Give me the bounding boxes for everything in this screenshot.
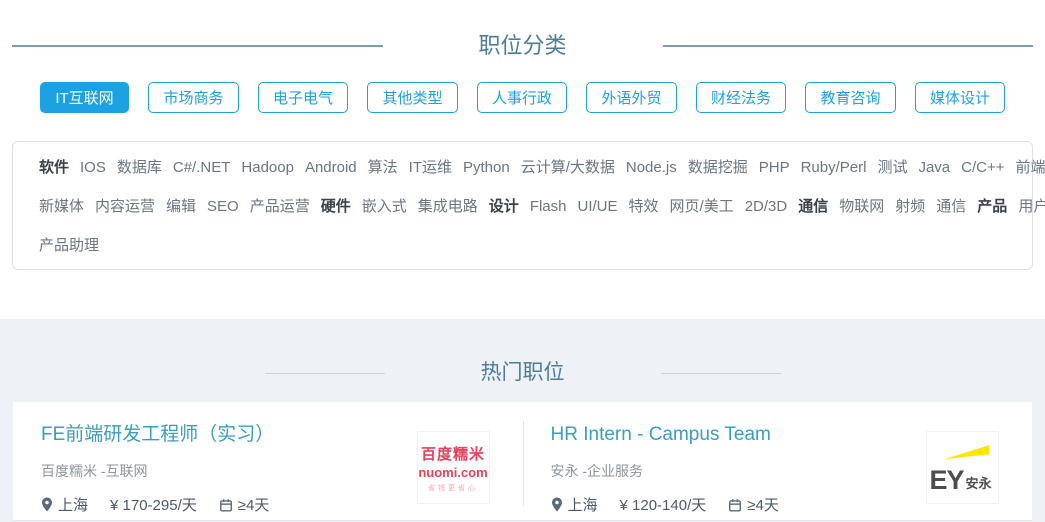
job-card-info: FE前端研发工程师（实习） 百度糯米 -互联网上海 ¥ 170-295/天 ≥4天 <box>41 422 274 515</box>
tag-link[interactable]: Node.js <box>626 159 677 176</box>
heading-rule-left <box>12 45 383 47</box>
company-line[interactable]: 百度糯米 -互联网 <box>41 461 274 481</box>
heading-rule-left <box>264 372 385 374</box>
tag-row: 产品助理 <box>39 226 1006 265</box>
job-card-info: HR Intern - Campus Team 安永 -企业服务上海 ¥ 120-1… <box>551 422 779 515</box>
tag-link[interactable]: Ruby/Perl <box>801 159 867 176</box>
job-title-link[interactable]: FE前端研发工程师（实习） <box>41 422 274 447</box>
tag-link[interactable]: IT运维 <box>409 159 452 176</box>
tag-category-label[interactable]: 硬件 <box>321 198 351 215</box>
categories-section-title: 职位分类 <box>478 33 567 58</box>
tag-link[interactable]: C#/.NET <box>173 159 231 176</box>
tag-category-label[interactable]: 通信 <box>798 198 828 215</box>
calendar-icon <box>219 498 232 512</box>
location-pin-icon <box>551 497 562 512</box>
tag-link[interactable]: 数据挖掘 <box>688 159 748 176</box>
tag-link[interactable]: 测试 <box>877 159 907 176</box>
tag-link[interactable]: 嵌入式 <box>362 198 407 215</box>
category-tab-7[interactable]: 财经法务 <box>695 82 786 113</box>
ey-beam-icon <box>944 445 990 460</box>
job-location-text: 上海 <box>58 497 89 514</box>
company-logo: EY 安永 <box>926 431 999 504</box>
job-duration-text: ≥4天 <box>747 497 779 514</box>
job-location: 上海 <box>551 494 598 515</box>
tag-link[interactable]: 网页/美工 <box>670 198 734 215</box>
heading-rule-right <box>660 372 781 374</box>
tag-link[interactable]: Hadoop <box>241 159 294 176</box>
tag-category-label[interactable]: 设计 <box>489 198 519 215</box>
job-card-1[interactable]: FE前端研发工程师（实习） 百度糯米 -互联网上海 ¥ 170-295/天 ≥4天 百度… <box>13 402 523 520</box>
job-duration: ≥4天 <box>219 494 270 515</box>
tag-category-label[interactable]: 软件 <box>39 159 69 176</box>
job-duration-text: ≥4天 <box>237 497 270 514</box>
tag-link[interactable]: Android <box>305 159 357 176</box>
category-tab-3[interactable]: 电子电气 <box>257 82 348 113</box>
hot-section-head: 热门职位 <box>12 319 1033 386</box>
tag-link[interactable]: 产品助理 <box>39 237 99 254</box>
tag-link[interactable]: PHP <box>759 159 790 176</box>
tag-link[interactable]: 通信 <box>936 198 966 215</box>
category-tab-9[interactable]: 媒体设计 <box>914 82 1005 113</box>
job-card-2[interactable]: HR Intern - Campus Team 安永 -企业服务上海 ¥ 120-1… <box>522 402 1033 520</box>
tag-link[interactable]: 云计算/大数据 <box>521 159 615 176</box>
tag-link[interactable]: UI/UE <box>578 198 618 215</box>
category-tabs: IT互联网 市场商务 电子电气 其他类型 人事行政 外语外贸 财经法务 教育咨询 媒体设计 <box>40 82 1005 113</box>
heading-rule-right <box>662 45 1034 47</box>
logo-text-cn: 百度糯米 <box>420 445 485 463</box>
tag-link[interactable]: C/C++ <box>961 159 1004 176</box>
company-line[interactable]: 安永 -企业服务 <box>551 461 779 481</box>
job-salary: ¥ 170-295/天 <box>110 497 197 514</box>
tag-link[interactable]: 数据库 <box>117 159 162 176</box>
tag-link[interactable]: 前端 <box>1016 159 1045 176</box>
tag-link[interactable]: 用户研究 <box>1018 198 1045 215</box>
job-cards-row: FE前端研发工程师（实习） 百度糯米 -互联网上海 ¥ 170-295/天 ≥4天 百度… <box>13 402 1032 521</box>
logo-text-cn: 安永 <box>965 476 992 491</box>
job-salary: ¥ 120-140/天 <box>619 497 707 514</box>
tag-link[interactable]: 物联网 <box>839 198 884 215</box>
logo-text-domain: nuomi.com <box>418 464 488 480</box>
category-tab-6[interactable]: 外语外贸 <box>586 82 677 113</box>
tag-link[interactable]: 集成电路 <box>418 198 478 215</box>
tag-link[interactable]: Flash <box>530 198 567 215</box>
tag-link[interactable]: Java <box>918 159 950 176</box>
ey-logo-row: EY 安永 <box>929 465 992 495</box>
ey-logo-inner: EY 安永 <box>929 445 995 495</box>
job-meta-row: 上海 ¥ 170-295/天 ≥4天 <box>41 494 274 515</box>
tag-link[interactable]: 产品运营 <box>250 198 310 215</box>
category-tab-1[interactable]: IT互联网 <box>40 82 129 113</box>
calendar-icon <box>729 498 742 512</box>
tag-link[interactable]: 射频 <box>895 198 925 215</box>
logo-text-slogan: 省钱更省心 <box>428 484 478 492</box>
tag-link[interactable]: IOS <box>80 159 106 176</box>
tag-link[interactable]: 算法 <box>368 159 398 176</box>
tag-category-label[interactable]: 产品 <box>977 198 1007 215</box>
company-logo: 百度糯米 nuomi.com 省钱更省心 <box>416 431 490 504</box>
job-title-link[interactable]: HR Intern - Campus Team <box>551 422 779 447</box>
category-tab-4[interactable]: 其他类型 <box>367 82 458 113</box>
tag-link[interactable]: 内容运营 <box>95 198 155 215</box>
job-duration: ≥4天 <box>728 494 779 515</box>
job-location: 上海 <box>41 494 88 515</box>
hot-jobs-section: 热门职位 FE前端研发工程师（实习） 百度糯米 -互联网上海 ¥ 170-295/天… <box>0 319 1045 522</box>
subcategory-tags-box: 软件 IOS 数据库 C#/.NET Hadoop Android 算法 IT运维 Python… <box>12 141 1045 270</box>
logo-text-ey: EY <box>929 465 964 495</box>
tag-link[interactable]: Python <box>463 159 510 176</box>
hot-section-title: 热门职位 <box>480 361 565 384</box>
categories-section-head: 职位分类 <box>12 33 1034 59</box>
category-tab-2[interactable]: 市场商务 <box>148 82 239 113</box>
job-board-page: 职位分类 IT互联网 市场商务 电子电气 其他类型 人事行政 外语外贸 财经法务 教育咨询 媒体… <box>0 33 1045 522</box>
location-pin-icon <box>42 497 52 512</box>
tag-link[interactable]: 2D/3D <box>745 198 788 215</box>
tag-link[interactable]: 特效 <box>629 198 659 215</box>
tag-link[interactable]: 新媒体 <box>39 198 84 215</box>
job-location-text: 上海 <box>567 497 598 514</box>
category-tab-5[interactable]: 人事行政 <box>476 82 567 113</box>
job-meta-row: 上海 ¥ 120-140/天 ≥4天 <box>551 494 779 515</box>
tag-row: 新媒体 内容运营 编辑 SEO 产品运营 硬件 嵌入式 集成电路 设计 Flash UI/UE 特效网… <box>39 187 1045 226</box>
category-tab-8[interactable]: 教育咨询 <box>805 82 896 113</box>
tag-link[interactable]: 编辑 <box>166 198 196 215</box>
tag-row: 软件 IOS 数据库 C#/.NET Hadoop Android 算法 IT运维 Python… <box>39 148 1045 187</box>
job-categories-section: 职位分类 IT互联网 市场商务 电子电气 其他类型 人事行政 外语外贸 财经法务 教育咨询 媒体… <box>0 33 1045 270</box>
tag-link[interactable]: SEO <box>207 198 239 215</box>
